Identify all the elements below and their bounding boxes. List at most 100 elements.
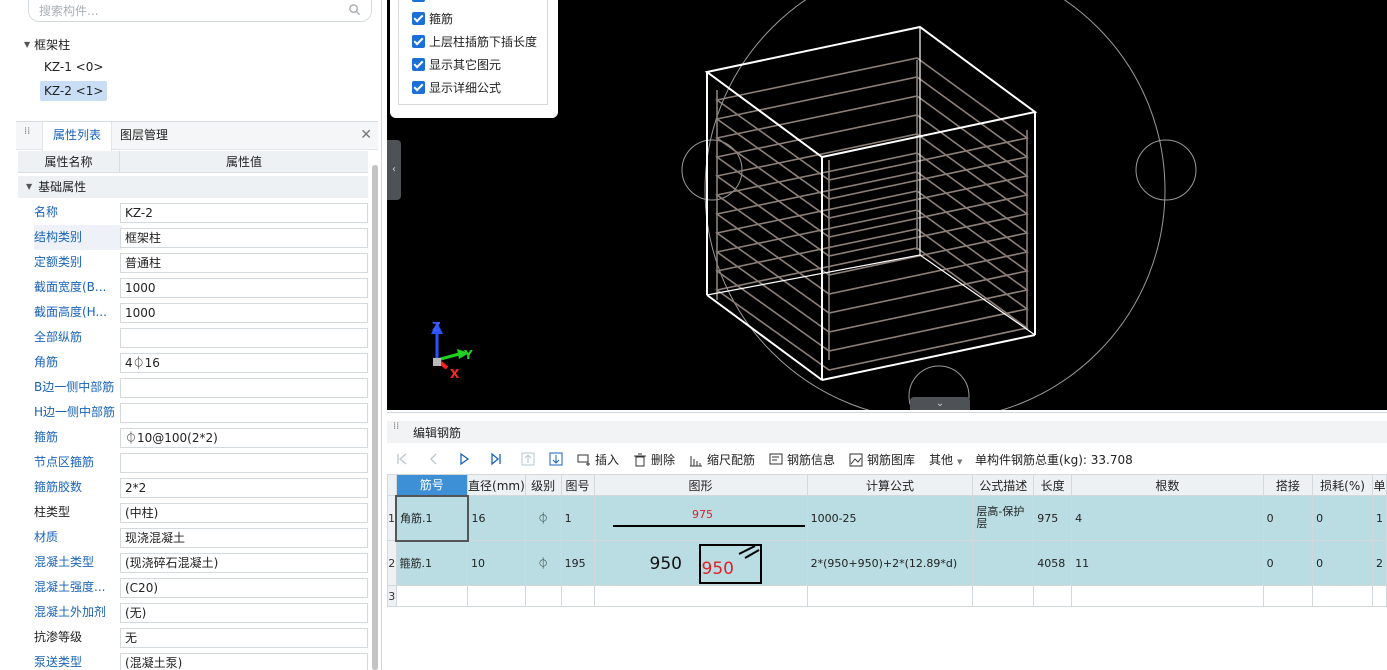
cell-empty[interactable] — [1312, 585, 1373, 607]
scale-rebar-button[interactable]: 缩尺配筋 — [689, 451, 755, 469]
move-up-icon[interactable] — [521, 452, 535, 466]
property-value-field[interactable]: ⏀10@100(2*2) — [120, 428, 368, 448]
cell-empty[interactable] — [593, 585, 808, 607]
cell-empty[interactable] — [972, 585, 1035, 607]
cell-figure-no[interactable]: 1 — [560, 495, 595, 541]
column-header[interactable]: 根数 — [1071, 474, 1264, 496]
cell-figure-no[interactable]: 195 — [560, 540, 595, 586]
property-value-field[interactable]: 现浇混凝土 — [120, 528, 368, 548]
tree-item-kz2[interactable]: KZ-2 <1> — [40, 81, 108, 101]
rebar-info-button[interactable]: 钢筋信息 — [769, 451, 835, 469]
search-input[interactable]: 搜索构件... — [28, 0, 372, 22]
cell-rebar-no[interactable]: 箍筋.1 — [395, 540, 469, 586]
column-header[interactable]: 计算公式 — [806, 474, 974, 496]
property-value-field[interactable]: (现浇碎石混凝土) — [120, 553, 368, 573]
column-header[interactable]: 直径(mm) — [467, 474, 526, 496]
cell-empty[interactable] — [467, 585, 526, 607]
property-value-field[interactable]: (C20) — [120, 578, 368, 598]
property-value-field[interactable] — [120, 328, 368, 348]
cell-grade[interactable]: ⏀ — [524, 540, 562, 586]
scrollbar[interactable] — [372, 165, 378, 670]
checkbox-checked[interactable] — [412, 35, 425, 48]
move-down-icon[interactable] — [549, 452, 563, 466]
column-header[interactable]: 图号 — [560, 474, 595, 496]
column-header[interactable]: 搭接 — [1262, 474, 1314, 496]
cell-formula-desc[interactable] — [972, 540, 1035, 586]
cell-diameter[interactable]: 10 — [467, 540, 526, 586]
cell-empty[interactable] — [1262, 585, 1314, 607]
cell-empty[interactable] — [560, 585, 595, 607]
cell-count[interactable]: 11 — [1071, 540, 1264, 586]
property-value-field[interactable]: 普通柱 — [120, 253, 368, 273]
property-value-field[interactable]: (无) — [120, 603, 368, 623]
cell-rebar-no[interactable]: 角筋.1 — [395, 494, 469, 542]
cell-length[interactable]: 4058 — [1033, 540, 1073, 586]
column-header[interactable]: 级别 — [524, 474, 562, 496]
cell-lap[interactable]: 0 — [1262, 540, 1314, 586]
property-value-field[interactable]: 无 — [120, 628, 368, 648]
property-value-field[interactable] — [120, 453, 368, 473]
drag-grip-icon[interactable]: ⁞⁞ — [393, 422, 399, 432]
table-row[interactable]: 1 角筋.1 16 ⏀ 1 975 1000-25 层高-保护层 975 4 0… — [387, 494, 1387, 542]
search-icon[interactable] — [348, 3, 361, 16]
cell-extra[interactable]: 2 — [1371, 540, 1387, 586]
checkbox-partial[interactable] — [412, 0, 425, 2]
property-value-field[interactable]: 框架柱 — [120, 228, 368, 248]
rebar-library-button[interactable]: 钢筋图库 — [849, 451, 915, 469]
cell-formula[interactable]: 2*(950+950)+2*(12.89*d) — [806, 540, 974, 586]
cell-shape[interactable]: 975 — [593, 495, 808, 541]
collapse-left-panel-button[interactable]: ‹ — [387, 140, 401, 200]
cell-count[interactable]: 4 — [1071, 495, 1264, 541]
tab-property-list[interactable]: 属性列表 — [42, 122, 113, 151]
property-group-basic[interactable]: ▼ 基础属性 — [18, 176, 368, 198]
cell-grade[interactable]: ⏀ — [524, 495, 562, 541]
cell-empty[interactable] — [806, 585, 974, 607]
property-value-field[interactable]: (中柱) — [120, 503, 368, 523]
drag-grip-icon[interactable]: ⁞⁞ — [24, 127, 30, 143]
tree-item-kz1[interactable]: KZ-1 <0> — [40, 57, 107, 77]
close-icon[interactable]: ✕ — [360, 127, 372, 143]
cell-formula-desc[interactable]: 层高-保护层 — [972, 495, 1035, 541]
scrollbar-thumb[interactable] — [372, 165, 378, 670]
cell-shape[interactable]: 950 950 — [593, 540, 808, 586]
insert-button[interactable]: 插入 — [577, 451, 619, 469]
cell-lap[interactable]: 0 — [1262, 495, 1314, 541]
column-header[interactable]: 图形 — [593, 474, 808, 496]
checkbox-checked[interactable] — [412, 12, 425, 25]
property-value-field[interactable]: 1000 — [120, 303, 368, 323]
property-value-field[interactable] — [120, 403, 368, 423]
delete-button[interactable]: 删除 — [633, 451, 675, 469]
column-header[interactable]: 损耗(%) — [1312, 474, 1373, 496]
cell-formula[interactable]: 1000-25 — [806, 495, 974, 541]
table-row[interactable]: 2 箍筋.1 10 ⏀ 195 950 950 2*(950+950)+2*(1… — [387, 540, 1387, 586]
cell-loss[interactable]: 0 — [1312, 540, 1373, 586]
caret-down-icon[interactable]: ▼ — [24, 40, 30, 49]
cell-loss[interactable]: 0 — [1312, 495, 1373, 541]
property-value-field[interactable]: 2*2 — [120, 478, 368, 498]
cell-empty[interactable] — [524, 585, 562, 607]
property-value-field[interactable]: 4⏀16 — [120, 353, 368, 373]
column-header[interactable]: 单 — [1371, 474, 1387, 496]
cell-diameter[interactable]: 16 — [467, 495, 526, 541]
next-record-icon[interactable] — [457, 452, 471, 466]
property-value-field[interactable]: (混凝土泵) — [120, 653, 368, 670]
table-row[interactable]: 3 — [387, 585, 1387, 607]
cell-empty[interactable] — [1371, 585, 1387, 607]
property-value-field[interactable]: KZ-2 — [120, 203, 368, 223]
cell-extra[interactable]: 1 — [1371, 495, 1387, 541]
cell-empty[interactable] — [395, 585, 469, 607]
previous-record-icon[interactable] — [427, 452, 441, 466]
checkbox-checked[interactable] — [412, 58, 425, 71]
cell-empty[interactable] — [1033, 585, 1073, 607]
column-header[interactable]: 筋号 — [395, 474, 469, 496]
last-record-icon[interactable] — [489, 452, 503, 466]
other-dropdown[interactable]: 其他 ▼ — [929, 451, 962, 469]
column-header[interactable]: 长度 — [1033, 474, 1073, 496]
collapse-bottom-panel-button[interactable]: ⌄ — [910, 397, 970, 410]
caret-down-icon[interactable]: ▼ — [26, 176, 32, 198]
property-value-field[interactable] — [120, 378, 368, 398]
tab-layer-management[interactable]: 图层管理 — [110, 122, 178, 150]
tree-root-frame-column[interactable]: ▼ 框架柱 — [24, 36, 70, 53]
column-header[interactable]: 公式描述 — [972, 474, 1035, 496]
checkbox-checked[interactable] — [412, 81, 425, 94]
